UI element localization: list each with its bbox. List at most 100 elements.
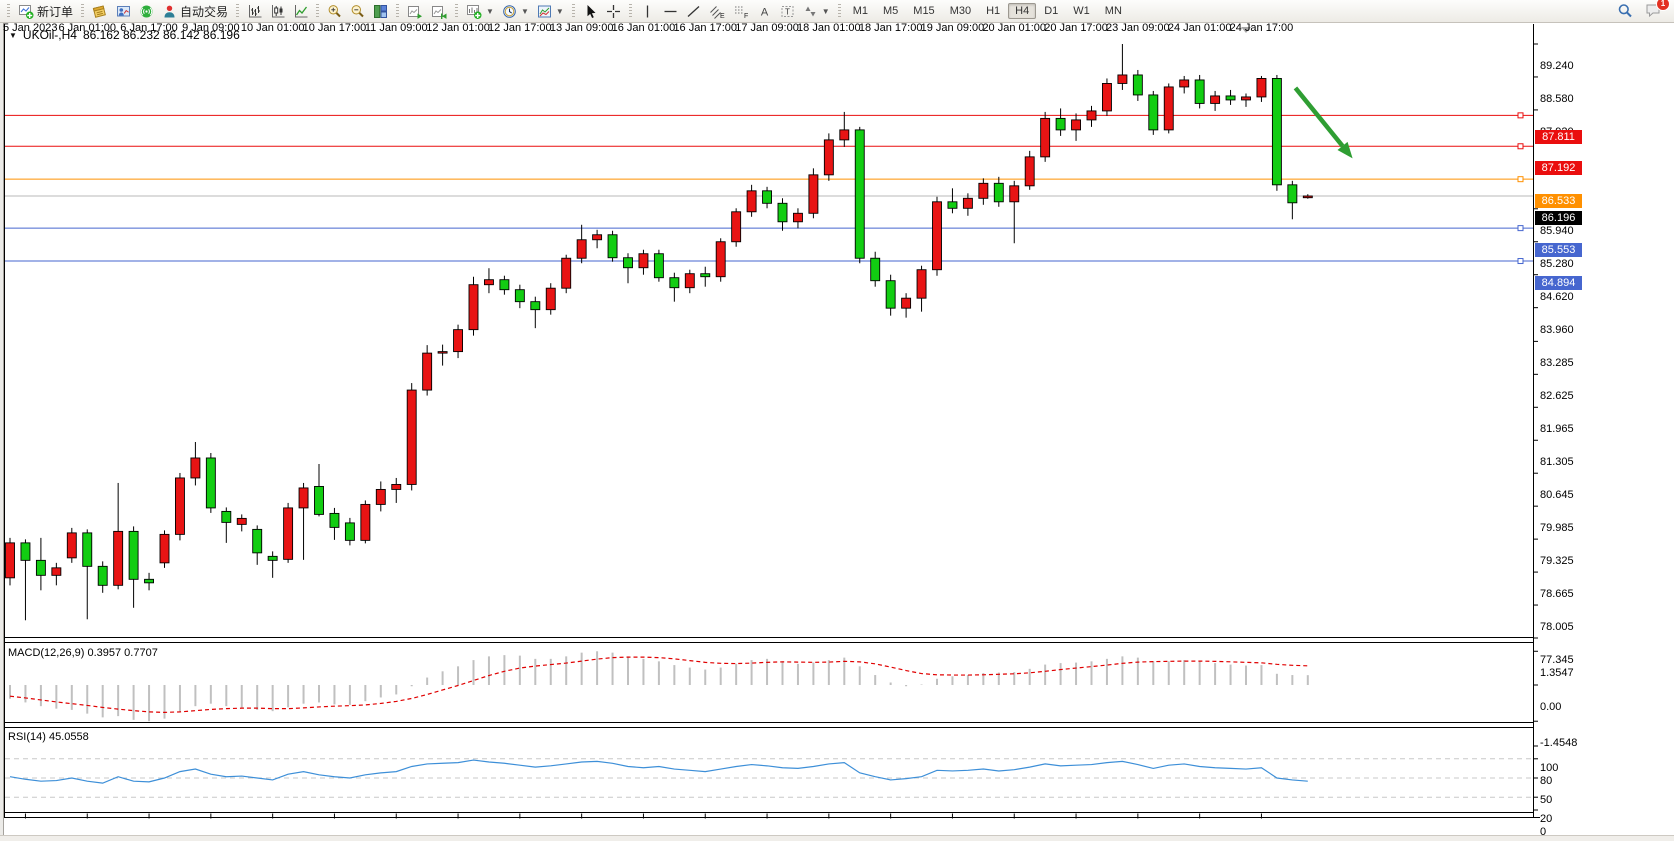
time-axis-label: 24 Jan 17:00 <box>1230 22 1294 34</box>
macd-tick-label: -1.4548 <box>1540 737 1577 749</box>
toolbar-right: 1 <box>1617 2 1670 21</box>
level-price-label: 87.811 <box>1535 130 1582 144</box>
chevron-down-icon: ▼ <box>822 7 830 16</box>
toolbar-grip[interactable] <box>629 4 632 18</box>
new-order-button[interactable]: 新订单 <box>15 1 76 21</box>
time-axis-label: 20 Jan 17:00 <box>1044 22 1108 34</box>
periods-icon <box>502 4 517 19</box>
time-axis-label: 12 Jan 01:00 <box>426 22 490 34</box>
main-toolbar: 新订单 自动交易 ▼ <box>0 0 1674 23</box>
ohlc-values: 86.162 86.232 86.142 86.196 <box>83 28 240 42</box>
equidistant-channel-button[interactable]: E <box>706 1 728 21</box>
time-axis-label: 24 Jan 01:00 <box>1168 22 1232 34</box>
zoom-in-icon <box>327 4 342 19</box>
text-button[interactable]: A <box>754 1 775 21</box>
crosshair-button[interactable] <box>603 1 624 21</box>
bar-chart-icon <box>247 4 262 19</box>
timeframe-h1-button[interactable]: H1 <box>979 3 1007 19</box>
toolbar-grip[interactable] <box>316 4 319 18</box>
notification-badge: 1 <box>1656 0 1670 11</box>
chevron-down-icon: ▼ <box>556 7 564 16</box>
trendline-icon <box>686 4 701 19</box>
new-chart-dropdown[interactable]: ▼ <box>463 1 497 21</box>
text-icon: A <box>757 4 772 19</box>
time-axis-label: 23 Jan 09:00 <box>1106 22 1170 34</box>
time-axis-label: 19 Jan 09:00 <box>921 22 985 34</box>
cursor-button[interactable] <box>580 1 601 21</box>
toolbar-grip[interactable] <box>7 4 10 18</box>
zoom-out-button[interactable] <box>347 1 368 21</box>
timeframe-mn-button[interactable]: MN <box>1098 3 1129 19</box>
price-tick-label: 83.285 <box>1540 357 1574 369</box>
arrows-icon <box>803 4 818 19</box>
text-label-icon: T <box>780 4 795 19</box>
new-order-icon <box>18 4 34 19</box>
timeframe-m1-button[interactable]: M1 <box>846 3 875 19</box>
fibonacci-button[interactable]: F <box>730 1 752 21</box>
toolbar-grip[interactable] <box>81 4 84 18</box>
timeframe-m5-button[interactable]: M5 <box>876 3 905 19</box>
rsi-tick-label: 20 <box>1540 813 1552 825</box>
arrows-dropdown[interactable]: ▼ <box>800 1 833 21</box>
level-price-label: 84.894 <box>1535 276 1582 290</box>
toolbar-grip[interactable] <box>455 4 458 18</box>
line-chart-button[interactable] <box>290 1 311 21</box>
vertical-line-icon <box>640 4 655 19</box>
price-tick-label: 80.645 <box>1540 489 1574 501</box>
timeframe-h4-button[interactable]: H4 <box>1008 3 1036 19</box>
timeframe-group: M1M5M15M30H1H4D1W1MN <box>846 3 1129 19</box>
timeframe-m30-button[interactable]: M30 <box>943 3 978 19</box>
time-axis-label: 16 Jan 01:00 <box>612 22 676 34</box>
auto-trading-button[interactable]: 自动交易 <box>159 1 231 21</box>
horizontal-line-button[interactable] <box>660 1 681 21</box>
signals-button[interactable] <box>136 1 157 21</box>
search-icon[interactable] <box>1617 3 1633 19</box>
rsi-tick-label: 80 <box>1540 775 1552 787</box>
templates-dropdown[interactable]: ▼ <box>534 1 567 21</box>
macd-indicator-label: MACD(12,26,9) 0.3957 0.7707 <box>8 647 158 659</box>
rsi-tick-label: 50 <box>1540 794 1552 806</box>
macd-tick-label: 0.00 <box>1540 701 1561 713</box>
toolbar-grip[interactable] <box>572 4 575 18</box>
templates-icon <box>537 4 552 19</box>
window-left-edge <box>0 22 4 836</box>
level-price-label: 85.553 <box>1535 243 1582 257</box>
candlestick-chart-icon <box>270 4 285 19</box>
timeframe-m15-button[interactable]: M15 <box>906 3 941 19</box>
zoom-in-button[interactable] <box>324 1 345 21</box>
chart-shift-button[interactable] <box>428 1 450 21</box>
signals-icon <box>139 4 154 19</box>
time-axis-label: 10 Jan 01:00 <box>241 22 305 34</box>
timeframe-w1-button[interactable]: W1 <box>1066 3 1097 19</box>
timeframe-d1-button[interactable]: D1 <box>1037 3 1065 19</box>
vertical-line-button[interactable] <box>637 1 658 21</box>
rsi-tick-label: 100 <box>1540 762 1558 774</box>
market-watch-icon <box>92 4 108 19</box>
crosshair-icon <box>606 4 621 19</box>
bar-chart-button[interactable] <box>244 1 265 21</box>
time-axis-label: 10 Jan 17:00 <box>303 22 367 34</box>
new-chart-icon <box>466 4 482 19</box>
auto-scroll-button[interactable] <box>404 1 426 21</box>
chevron-down-icon: ▼ <box>521 7 529 16</box>
horizontal-line-icon <box>663 4 678 19</box>
navigator-button[interactable] <box>113 1 134 21</box>
price-tick-label: 89.240 <box>1540 60 1574 72</box>
time-axis-label: 16 Jan 17:00 <box>673 22 737 34</box>
window-bottom-edge <box>0 835 1674 841</box>
toolbar-grip[interactable] <box>236 4 239 18</box>
market-watch-button[interactable] <box>89 1 111 21</box>
price-tick-label: 83.960 <box>1540 324 1574 336</box>
chart-canvas[interactable] <box>0 22 1674 841</box>
trendline-button[interactable] <box>683 1 704 21</box>
toolbar-grip[interactable] <box>838 4 841 18</box>
symbol-dropdown-arrow[interactable]: ▼ <box>9 31 17 40</box>
chat-button[interactable]: 1 <box>1645 2 1662 21</box>
candlestick-button[interactable] <box>267 1 288 21</box>
tile-windows-button[interactable] <box>370 1 391 21</box>
periods-dropdown[interactable]: ▼ <box>499 1 532 21</box>
chart-window: ▼ UKOil-,H4 86.162 86.232 86.142 86.196 … <box>0 22 1674 841</box>
toolbar-grip[interactable] <box>396 4 399 18</box>
text-label-button[interactable]: T <box>777 1 798 21</box>
svg-text:A: A <box>761 6 769 18</box>
